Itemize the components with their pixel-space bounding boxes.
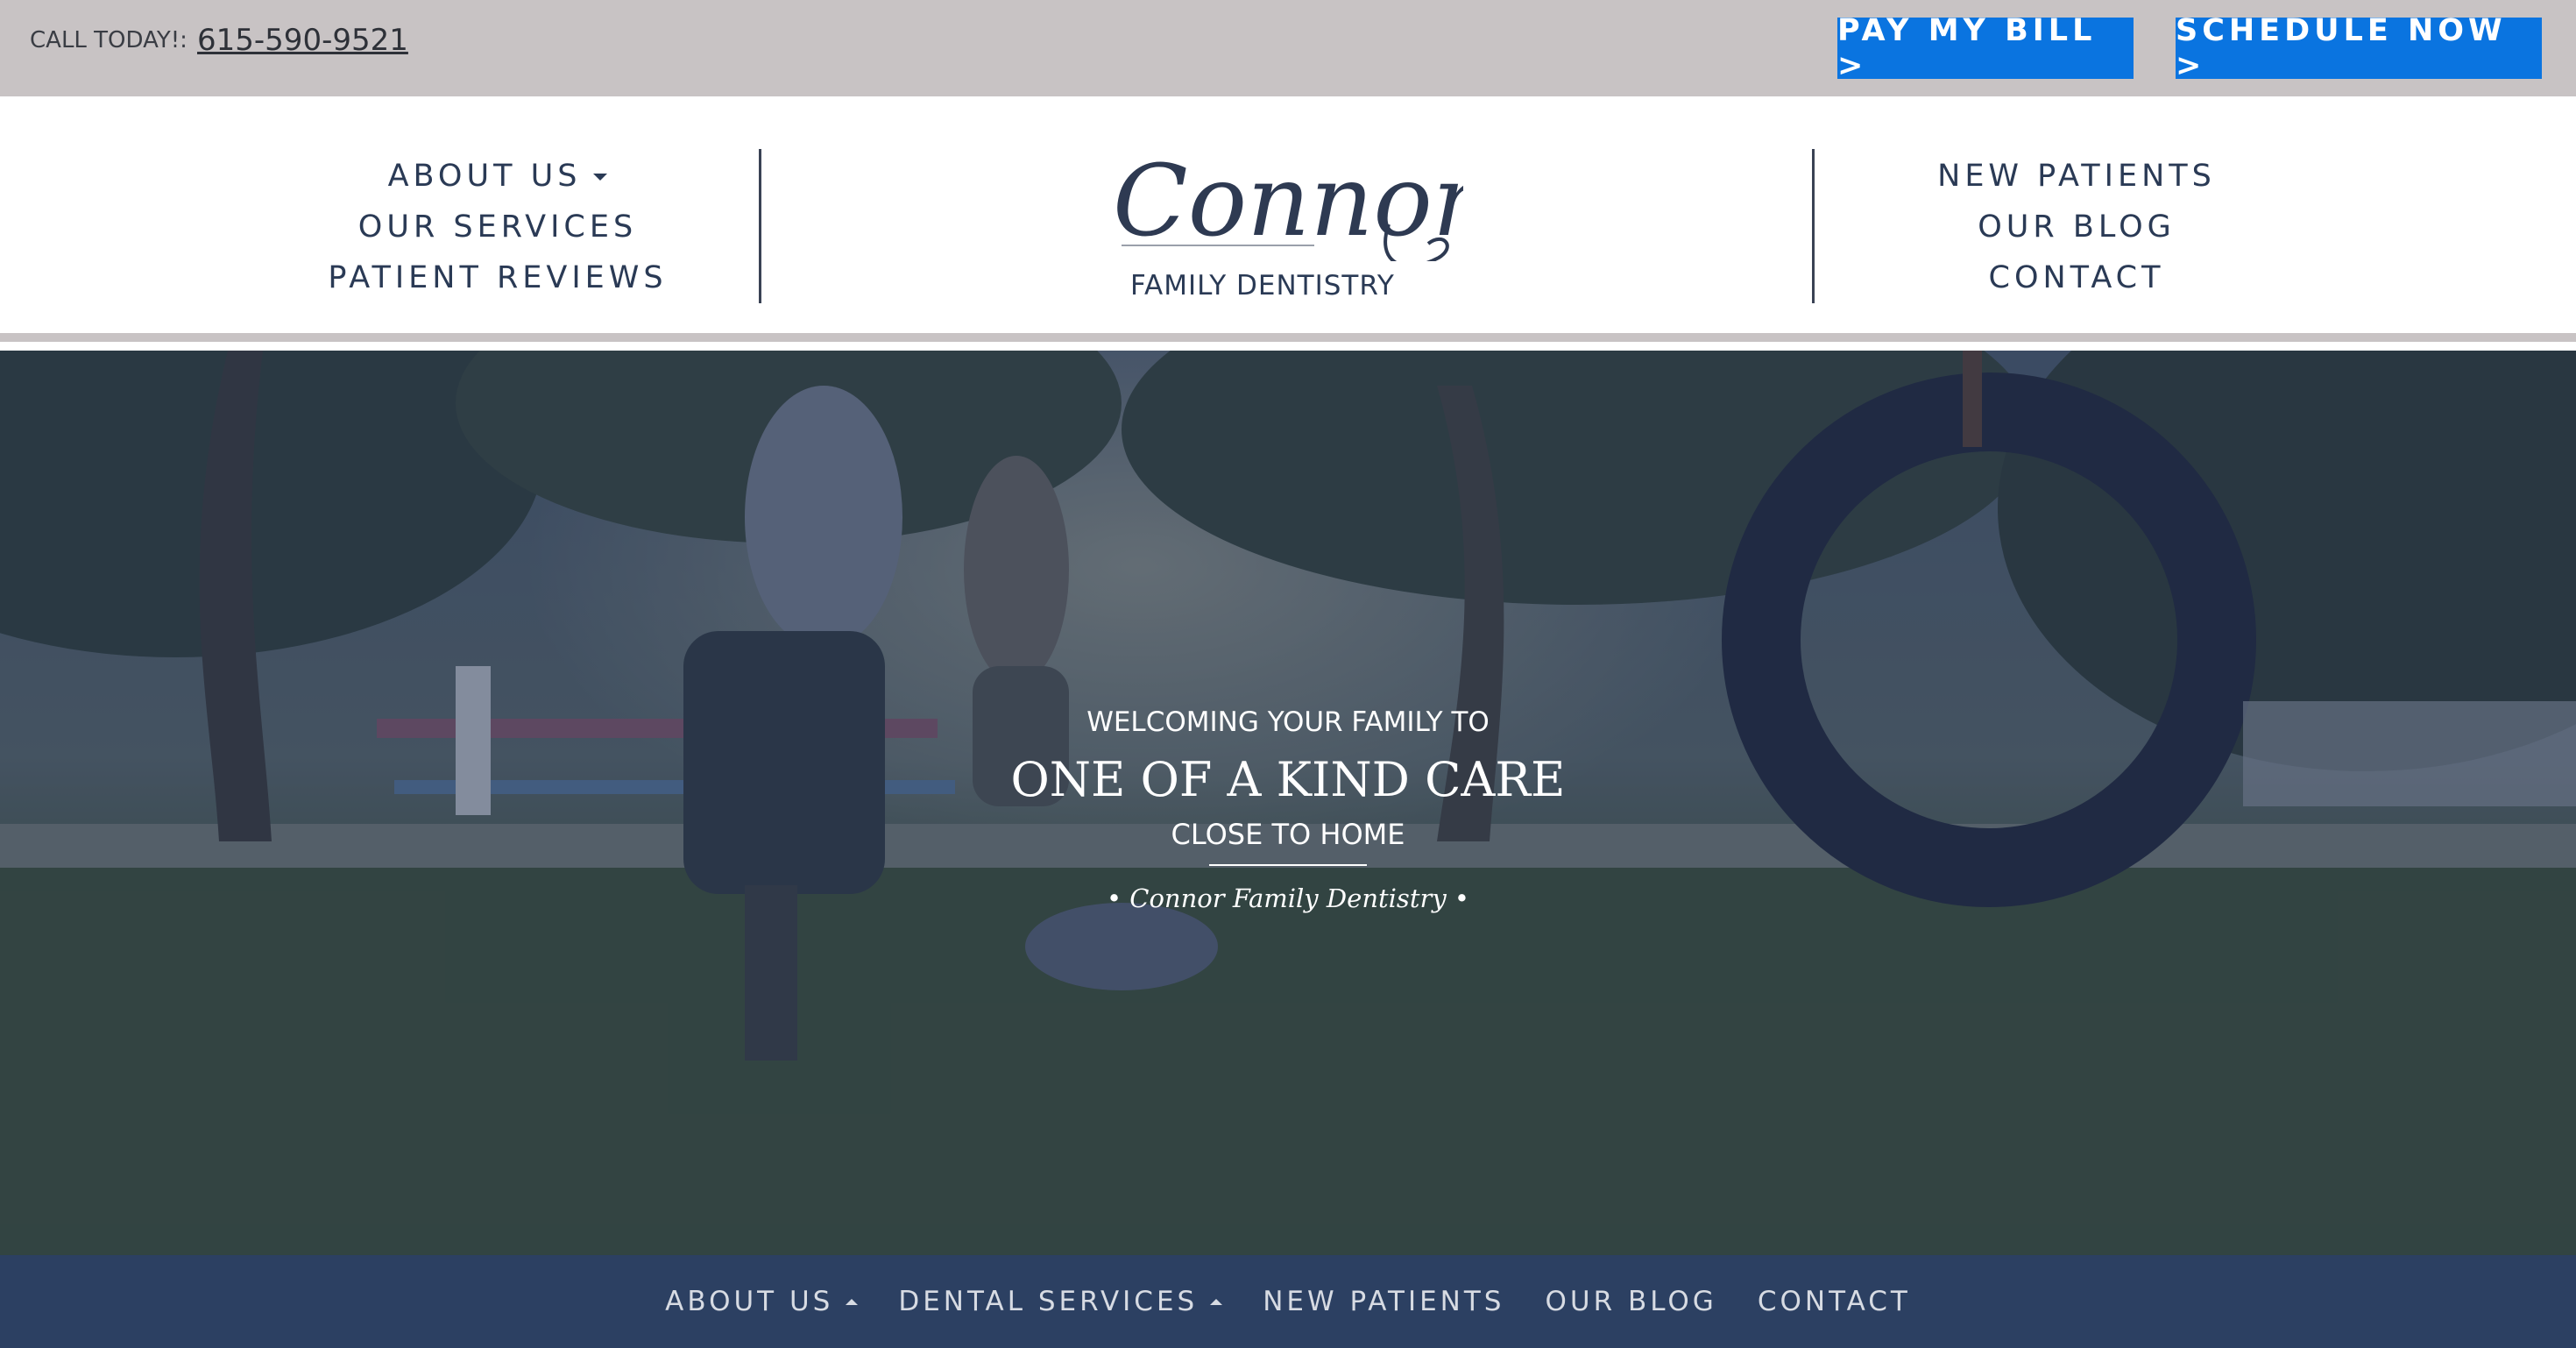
logo-subtitle: FAMILY DENTISTRY	[1130, 270, 1395, 302]
hero-heading: ONE OF A KIND CARE	[1010, 752, 1566, 807]
site-header: ABOUT US OUR SERVICES PATIENT REVIEWS Co…	[0, 96, 2576, 342]
caret-down-icon	[593, 174, 608, 181]
schedule-now-button[interactable]: SCHEDULE NOW >	[2176, 13, 2542, 83]
header-nav-left: ABOUT US OUR SERVICES PATIENT REVIEWS	[235, 151, 761, 303]
caret-up-icon	[846, 1298, 859, 1305]
bottom-nav-our-blog[interactable]: OUR BLOG	[1545, 1286, 1716, 1317]
bottom-nav-new-patients[interactable]: NEW PATIENTS	[1263, 1286, 1504, 1317]
bottom-nav: ABOUT US DENTAL SERVICES NEW PATIENTS OU…	[0, 1255, 2576, 1348]
hero-section: WELCOMING YOUR FAMILY TO ONE OF A KIND C…	[0, 351, 2576, 1255]
pay-my-bill-button[interactable]: PAY MY BILL >	[1837, 13, 2134, 83]
nav-contact[interactable]: CONTACT	[1989, 252, 2165, 303]
header-divider-left	[759, 149, 761, 303]
nav-about-us[interactable]: ABOUT US	[388, 151, 608, 202]
bottom-nav-contact[interactable]: CONTACT	[1758, 1286, 1911, 1317]
bottom-nav-about-us-label: ABOUT US	[665, 1286, 834, 1317]
nav-our-services[interactable]: OUR SERVICES	[358, 202, 637, 252]
call-today: CALL TODAY!: 615-590-9521	[30, 23, 408, 58]
caret-up-icon	[1210, 1298, 1223, 1305]
bottom-nav-dental-services-label: DENTAL SERVICES	[898, 1286, 1199, 1317]
bottom-nav-dental-services[interactable]: DENTAL SERVICES	[898, 1286, 1223, 1317]
header-nav-right: NEW PATIENTS OUR BLOG CONTACT	[1814, 151, 2339, 303]
nav-patient-reviews[interactable]: PATIENT REVIEWS	[328, 252, 667, 303]
svg-text:Connor: Connor	[1113, 147, 1463, 259]
hero-eyebrow: WELCOMING YOUR FAMILY TO	[1086, 706, 1490, 738]
site-logo[interactable]: Connor FAMILY DENTISTRY	[1113, 147, 1463, 314]
nav-about-us-label: ABOUT US	[387, 159, 582, 194]
nav-new-patients[interactable]: NEW PATIENTS	[1937, 151, 2216, 202]
hero-tagline: • Connor Family Dentistry •	[1106, 883, 1470, 913]
nav-our-blog[interactable]: OUR BLOG	[1978, 202, 2176, 252]
phone-link[interactable]: 615-590-9521	[197, 23, 408, 58]
hero-rule	[1209, 864, 1367, 866]
hero-subheading: CLOSE TO HOME	[1171, 818, 1405, 851]
bottom-nav-about-us[interactable]: ABOUT US	[665, 1286, 859, 1317]
hero-text: WELCOMING YOUR FAMILY TO ONE OF A KIND C…	[0, 701, 2576, 919]
top-utility-bar: CALL TODAY!: 615-590-9521 PAY MY BILL > …	[0, 0, 2576, 96]
call-label: CALL TODAY!:	[30, 27, 188, 53]
logo-script: Connor	[1113, 147, 1463, 261]
